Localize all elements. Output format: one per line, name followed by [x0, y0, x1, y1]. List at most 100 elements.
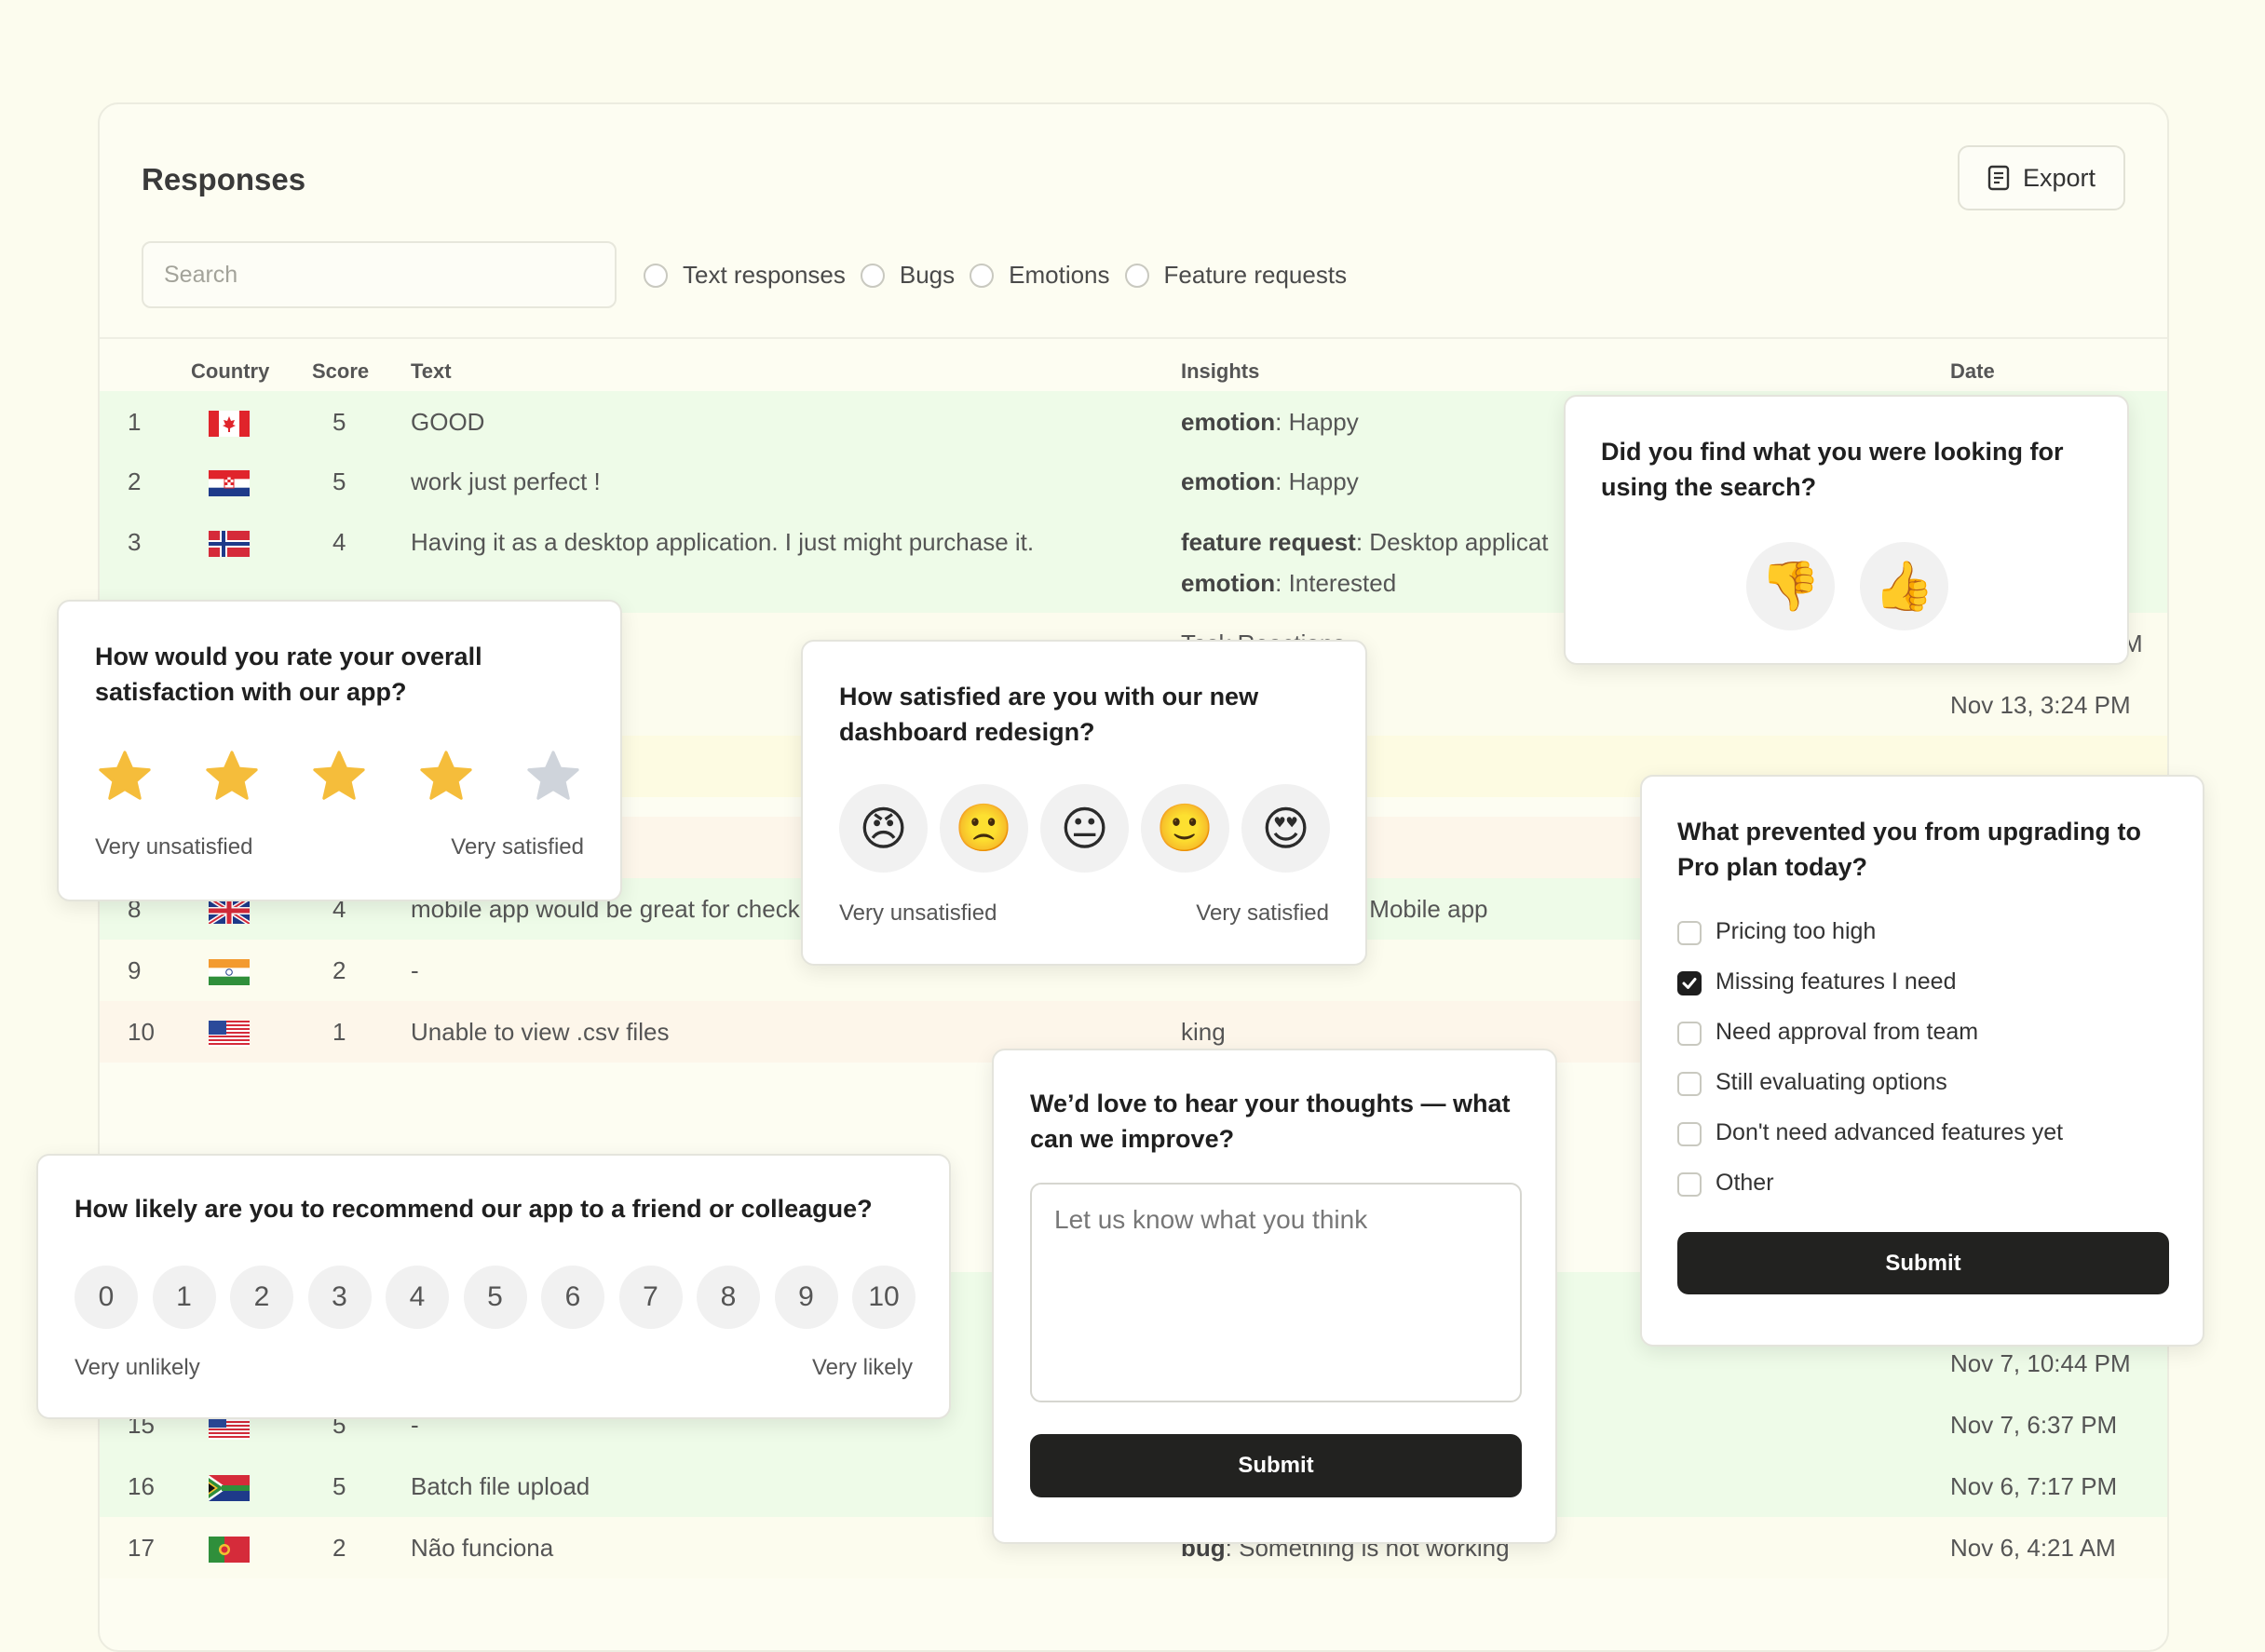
option-checkbox[interactable] [1677, 1122, 1702, 1146]
country-flag-icon [209, 411, 250, 437]
emoji-icon: 😐 [1060, 802, 1109, 855]
filter-checkbox[interactable] [970, 263, 995, 288]
emoji-option-button[interactable]: 🙁 [940, 784, 1028, 873]
nps-option-button[interactable]: 4 [386, 1266, 449, 1329]
country-flag-icon [209, 531, 250, 557]
row-number: 16 [128, 1472, 155, 1500]
star-icon[interactable] [523, 749, 583, 805]
row-number: 2 [128, 467, 142, 495]
row-insight: emotion: Happy [1181, 467, 1359, 495]
col-date[interactable]: Date [1950, 359, 1995, 384]
nps-option-button[interactable]: 9 [774, 1266, 838, 1329]
card-question: We’d love to hear your thoughts — what c… [1030, 1090, 1511, 1153]
insight-value: Mobile app [1369, 895, 1488, 923]
country-flag-icon [209, 1021, 250, 1047]
emoji-icon: 😍 [1261, 802, 1310, 855]
emoji-icon: 🙂 [1156, 802, 1214, 854]
nps-option-button[interactable]: 1 [152, 1266, 216, 1329]
option-label[interactable]: Don't need advanced features yet [1716, 1119, 2063, 1146]
emoji-option-button[interactable]: 😐 [1040, 784, 1129, 873]
card-question: Did you find what you were looking for u… [1601, 438, 2064, 501]
star-icon[interactable] [202, 749, 262, 805]
nps-value: 1 [176, 1281, 192, 1312]
country-flag-icon [209, 1537, 250, 1563]
nps-option-button[interactable]: 3 [307, 1266, 372, 1329]
checkmark-icon [1682, 978, 1697, 989]
filter-emotions[interactable]: Emotions [970, 261, 1110, 290]
emoji-option-button[interactable]: 🙂 [1141, 784, 1229, 873]
filter-label: Emotions [1009, 261, 1110, 289]
nps-value: 10 [868, 1281, 900, 1312]
feedback-textarea[interactable]: Let us know what you think [1030, 1183, 1522, 1402]
search-placeholder: Search [164, 261, 238, 288]
option-checkbox[interactable] [1677, 1022, 1702, 1046]
filter-label: Text responses [683, 261, 846, 289]
nps-option-button[interactable]: 0 [75, 1266, 138, 1329]
row-text: - [411, 956, 419, 984]
row-date: Nov 6, 7:17 PM [1950, 1472, 2118, 1500]
row-text: Unable to view .csv files [411, 1018, 670, 1046]
star-icon[interactable] [95, 749, 155, 805]
nps-value: 3 [332, 1281, 347, 1312]
col-score[interactable]: Score [312, 359, 369, 384]
upgrade-survey-card: What prevented you from upgrading to Pro… [1640, 775, 2204, 1347]
option-checkbox[interactable] [1677, 971, 1702, 995]
emoji-option-button[interactable]: 😍 [1241, 784, 1330, 873]
insight-key: emotion [1181, 467, 1276, 495]
nps-option-button[interactable]: 8 [697, 1266, 760, 1329]
nps-option-button[interactable]: 7 [618, 1266, 683, 1329]
insight-value: Happy [1288, 467, 1359, 495]
scale-high-label: Very satisfied [451, 834, 584, 860]
thumbs-up-icon: 👍 [1874, 560, 1934, 614]
export-button[interactable]: Export [1958, 145, 2125, 210]
star-icon[interactable] [309, 749, 369, 805]
option-checkbox[interactable] [1677, 921, 1702, 945]
nps-value: 9 [798, 1281, 814, 1312]
option-label[interactable]: Other [1716, 1170, 1774, 1197]
row-number: 10 [128, 1018, 155, 1046]
row-score: 2 [332, 1534, 346, 1562]
nps-value: 8 [720, 1281, 737, 1312]
thumbs-up-button[interactable]: 👍 [1860, 542, 1948, 630]
option-checkbox[interactable] [1677, 1172, 1702, 1197]
option-label[interactable]: Pricing too high [1716, 918, 1876, 945]
submit-button[interactable]: Submit [1030, 1434, 1522, 1497]
nps-card: How likely are you to recommend our app … [36, 1154, 951, 1419]
filter-text-responses[interactable]: Text responses [644, 261, 846, 290]
country-flag-icon [207, 895, 251, 927]
thumbs-down-button[interactable]: 👎 [1746, 542, 1835, 630]
option-label[interactable]: Need approval from team [1716, 1019, 1978, 1046]
nps-value: 4 [409, 1281, 426, 1312]
nps-option-button[interactable]: 2 [230, 1266, 293, 1329]
filter-checkbox[interactable] [1124, 263, 1149, 288]
row-date: Nov 6, 4:21 AM [1950, 1534, 2116, 1562]
filter-feature-requests[interactable]: Feature requests [1124, 261, 1347, 290]
col-country[interactable]: Country [191, 359, 269, 384]
export-label: Export [2022, 163, 2096, 192]
option-checkbox[interactable] [1677, 1072, 1702, 1096]
row-number: 17 [128, 1534, 155, 1562]
star-icon[interactable] [416, 749, 476, 805]
row-score: 5 [332, 467, 346, 495]
emoji-icon: 😠 [859, 802, 908, 855]
insight-value: Happy [1288, 408, 1359, 436]
row-insight: emotion: Interested [1181, 569, 1397, 597]
nps-option-button[interactable]: 6 [541, 1266, 604, 1329]
col-text[interactable]: Text [411, 359, 452, 384]
nps-option-button[interactable]: 10 [852, 1266, 915, 1329]
submit-button[interactable]: Submit [1677, 1232, 2169, 1294]
card-question: How would you rate your overall satisfac… [95, 643, 482, 706]
row-date: Nov 13, 3:24 PM [1950, 691, 2131, 719]
option-label[interactable]: Missing features I need [1716, 968, 1956, 995]
filter-checkbox[interactable] [860, 263, 885, 288]
col-insights[interactable]: Insights [1181, 359, 1259, 384]
filter-checkbox[interactable] [644, 263, 668, 288]
nps-option-button[interactable]: 5 [463, 1266, 527, 1329]
row-text: work just perfect ! [411, 467, 601, 495]
filter-bugs[interactable]: Bugs [860, 261, 955, 290]
insight-value: Desktop applicat [1369, 528, 1549, 556]
search-input[interactable]: Search [142, 241, 617, 308]
option-label[interactable]: Still evaluating options [1716, 1069, 1947, 1096]
emoji-option-button[interactable]: 😠 [839, 784, 928, 873]
emoji-icon: 🙁 [955, 802, 1013, 854]
